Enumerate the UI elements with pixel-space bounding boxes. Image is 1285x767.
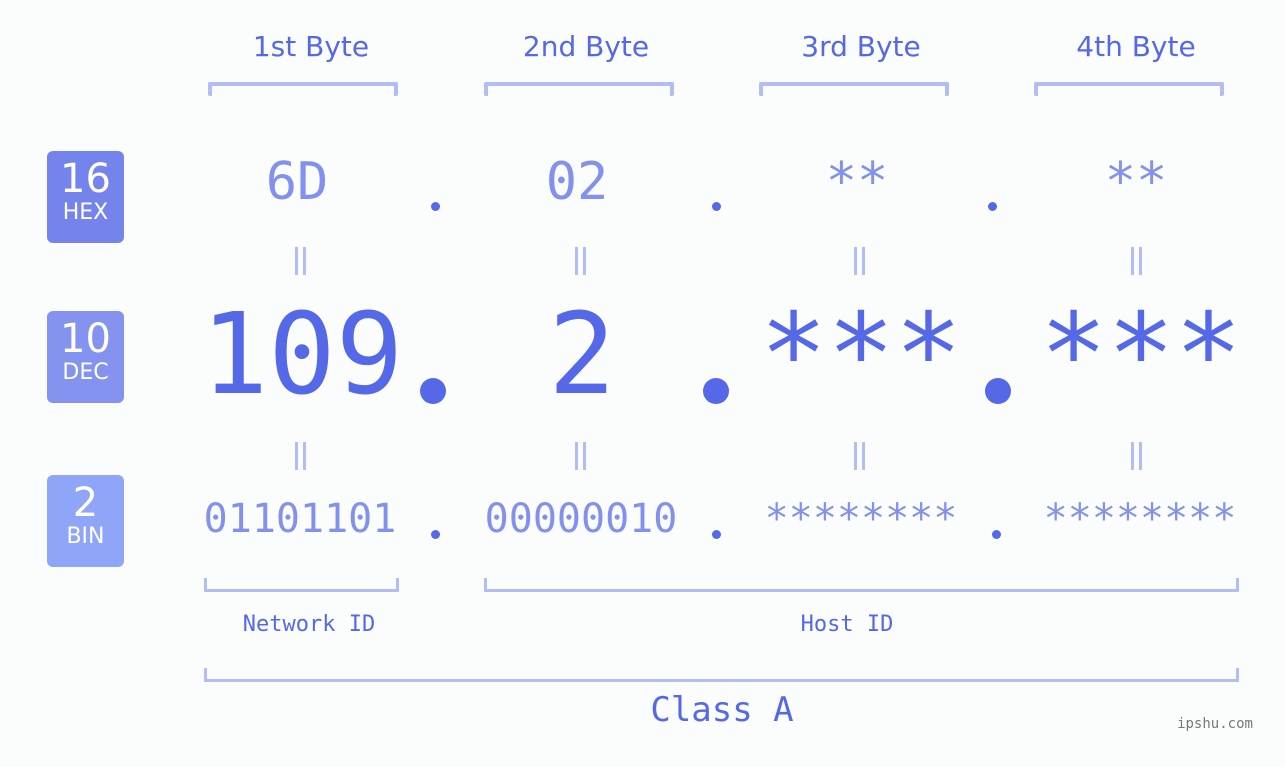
hex-badge-number: 16 — [60, 156, 111, 202]
equals-icon — [1126, 442, 1146, 470]
byte-bracket-4 — [1034, 82, 1224, 96]
dec-badge-number: 10 — [60, 316, 111, 362]
dec-badge-label: DEC — [62, 360, 109, 385]
byte-header-2: 2nd Byte — [522, 30, 650, 63]
byte-header-3: 3rd Byte — [801, 30, 921, 63]
dec-badge: 10 DEC — [47, 311, 124, 403]
network-id-bracket — [204, 578, 399, 592]
network-id-label: Network ID — [242, 612, 376, 637]
byte-header-4: 4th Byte — [1076, 30, 1196, 63]
equals-icon — [849, 247, 869, 275]
bin-value-4: ******** — [1043, 496, 1237, 542]
equals-icon — [290, 442, 310, 470]
equals-icon — [1126, 247, 1146, 275]
hex-value-4: ** — [1104, 152, 1168, 212]
host-id-bracket — [484, 578, 1239, 592]
dec-value-2: 2 — [548, 290, 616, 420]
bin-value-2: 00000010 — [484, 496, 678, 542]
bin-badge: 2 BIN — [47, 475, 124, 567]
equals-icon — [290, 247, 310, 275]
bin-badge-number: 2 — [72, 480, 99, 526]
bin-dot-1 — [431, 530, 440, 539]
byte-bracket-3 — [759, 82, 949, 96]
hex-value-1: 6D — [265, 152, 329, 212]
host-id-label: Host ID — [800, 612, 894, 637]
byte-header-1: 1st Byte — [252, 30, 370, 63]
bin-dot-3 — [992, 530, 1001, 539]
hex-badge-label: HEX — [62, 200, 109, 225]
dec-dot-1 — [420, 378, 446, 404]
hex-value-2: 02 — [545, 152, 609, 212]
hex-dot-1 — [431, 202, 440, 211]
hex-value-3: ** — [825, 152, 889, 212]
bin-badge-label: BIN — [66, 524, 105, 549]
hex-badge: 16 HEX — [47, 151, 124, 243]
dec-dot-2 — [703, 378, 729, 404]
ip-class-label: Class A — [650, 690, 794, 730]
bin-dot-2 — [712, 530, 721, 539]
byte-bracket-2 — [484, 82, 674, 96]
hex-dot-3 — [988, 202, 997, 211]
dec-value-1: 109 — [200, 290, 404, 420]
equals-icon — [849, 442, 869, 470]
dec-value-3: *** — [759, 290, 963, 420]
equals-icon — [570, 247, 590, 275]
hex-dot-2 — [712, 202, 721, 211]
byte-bracket-1 — [208, 82, 398, 96]
bin-value-1: 01101101 — [203, 496, 397, 542]
dec-value-4: *** — [1039, 290, 1243, 420]
bin-value-3: ******** — [764, 496, 958, 542]
dec-dot-3 — [985, 378, 1011, 404]
equals-icon — [570, 442, 590, 470]
watermark: ipshu.com — [1177, 716, 1253, 732]
class-bracket — [204, 668, 1239, 682]
